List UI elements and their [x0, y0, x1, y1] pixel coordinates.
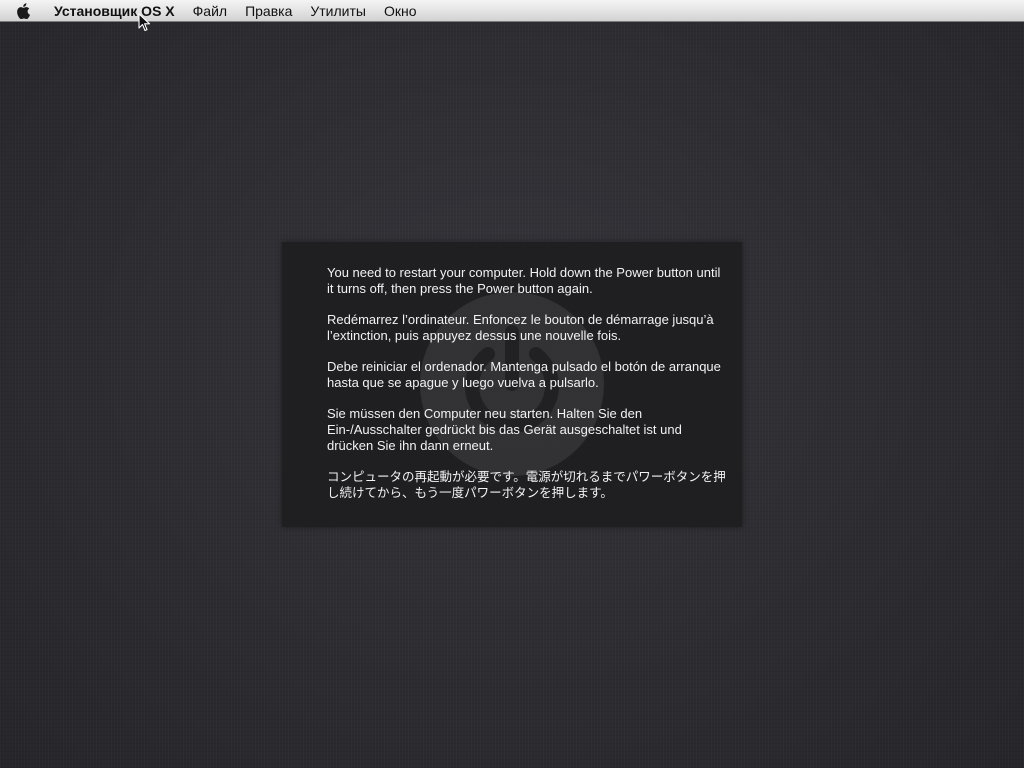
menu-edit[interactable]: Правка — [236, 0, 301, 22]
message-german: Sie müssen den Computer neu starten. Hal… — [327, 406, 682, 453]
message-french: Redémarrez l’ordinateur. Enfoncez le bou… — [327, 312, 714, 343]
message-english: You need to restart your computer. Hold … — [327, 265, 721, 296]
message-spanish: Debe reiniciar el ordenador. Mantenga pu… — [327, 359, 721, 390]
restart-messages: You need to restart your computer. Hold … — [327, 265, 727, 516]
menu-bar: Установщик OS X Файл Правка Утилиты Окно — [0, 0, 1024, 22]
menu-app-name[interactable]: Установщик OS X — [46, 0, 184, 22]
message-japanese: コンピュータの再起動が必要です。電源が切れるまでパワーボタンを押し続けてから、も… — [327, 470, 726, 500]
mouse-pointer-icon — [138, 13, 151, 32]
menu-file[interactable]: Файл — [184, 0, 236, 22]
menu-utilities[interactable]: Утилиты — [301, 0, 375, 22]
menu-window[interactable]: Окно — [375, 0, 426, 22]
restart-message-panel: You need to restart your computer. Hold … — [282, 242, 742, 527]
apple-menu-icon[interactable] — [0, 0, 46, 22]
apple-icon — [17, 2, 30, 19]
